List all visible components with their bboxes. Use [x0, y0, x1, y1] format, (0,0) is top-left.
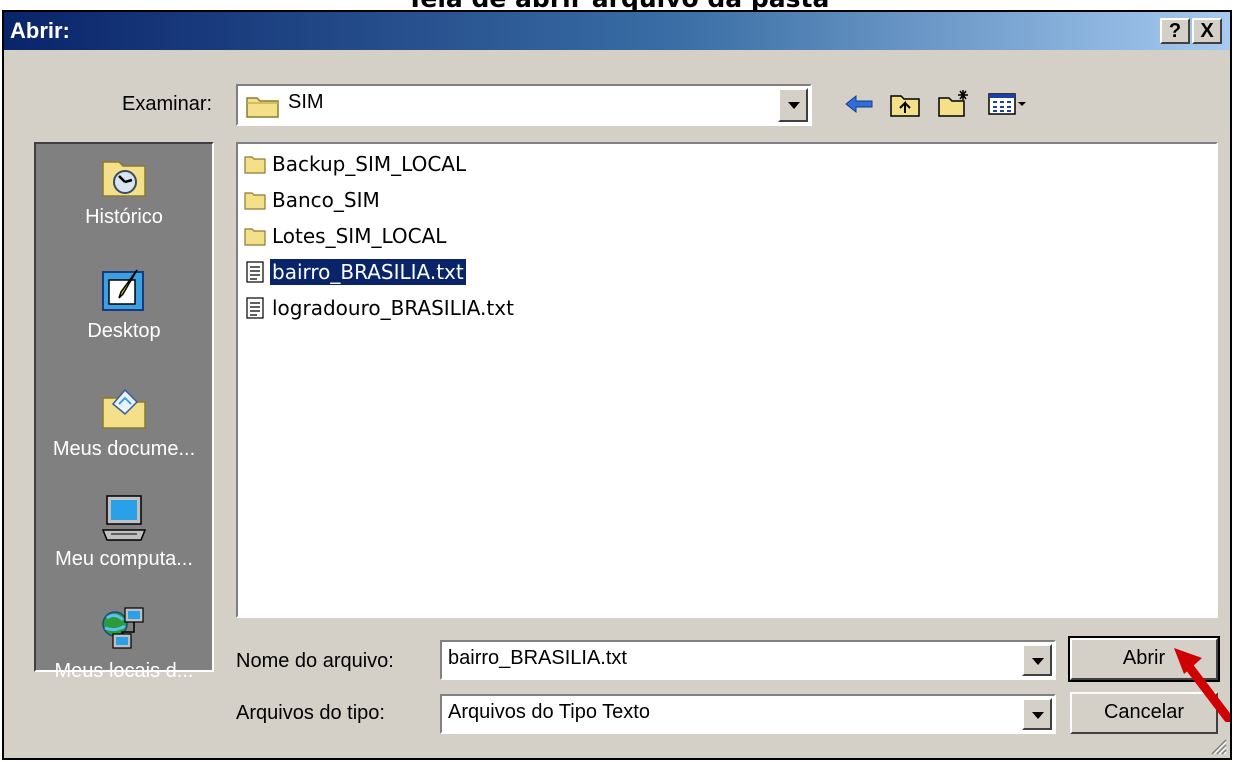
place-my-computer[interactable]: Meu computa... [36, 494, 212, 571]
up-folder-icon[interactable] [888, 88, 922, 120]
place-network[interactable]: Meus locais d... [36, 606, 212, 683]
lookin-value: SIM [288, 91, 324, 113]
pointer-arrow-icon [1174, 648, 1230, 722]
place-label: Histórico [85, 206, 163, 228]
close-button[interactable]: X [1192, 18, 1222, 44]
help-button[interactable]: ? [1160, 18, 1190, 44]
text-file-icon [246, 261, 264, 283]
text-file-icon [246, 297, 264, 319]
place-label: Meus docume... [52, 438, 196, 460]
lookin-dropdown-button[interactable] [778, 88, 808, 122]
my-computer-icon [101, 495, 147, 541]
filename-value: bairro_BRASILIA.txt [448, 647, 627, 669]
lookin-combo[interactable]: SIM [236, 84, 812, 126]
place-history[interactable]: Histórico [36, 152, 212, 229]
history-icon [102, 161, 146, 197]
folder-icon [246, 97, 279, 118]
place-desktop[interactable]: Desktop [36, 266, 212, 343]
lookin-label: Examinar: [122, 93, 213, 115]
filetype-dropdown-button[interactable] [1022, 698, 1052, 730]
folder-icon [244, 192, 266, 210]
filetype-label: Arquivos do tipo: [236, 702, 385, 724]
place-label: Meus locais d... [54, 660, 194, 682]
filename-dropdown-button[interactable] [1022, 644, 1052, 676]
file-name: Backup_SIM_LOCAL [272, 152, 467, 176]
place-my-documents[interactable]: Meus docume... [36, 384, 212, 461]
window-title: Abrir: [10, 18, 70, 43]
folder-icon [244, 228, 266, 246]
place-label: Desktop [87, 320, 161, 342]
filename-label: Nome do arquivo: [236, 650, 394, 672]
filetype-value: Arquivos do Tipo Texto [448, 701, 650, 723]
file-name: Lotes_SIM_LOCAL [272, 224, 447, 248]
network-places-icon [102, 607, 144, 649]
file-name: bairro_BRASILIA.txt [269, 258, 467, 286]
back-arrow-icon[interactable] [842, 88, 876, 120]
place-label: Meu computa... [55, 548, 193, 570]
filename-field[interactable]: bairro_BRASILIA.txt [440, 640, 1056, 680]
my-documents-icon [102, 388, 146, 429]
places-bar: Histórico Desktop Meus docume... Meu com… [34, 142, 214, 682]
desktop-icon [102, 269, 144, 311]
view-menu-icon[interactable] [986, 88, 1028, 120]
filetype-select[interactable]: Arquivos do Tipo Texto [440, 694, 1056, 734]
title-bar[interactable]: Abrir: ? X [4, 12, 1230, 50]
file-name: logradouro_BRASILIA.txt [272, 296, 514, 320]
open-dialog: Abrir: ? X Examinar: SIM Histórico Deskt… [2, 10, 1232, 760]
file-name: Banco_SIM [272, 188, 380, 212]
new-folder-icon[interactable] [936, 88, 970, 120]
file-list[interactable]: Backup_SIM_LOCAL Banco_SIM Lotes_SIM_LOC… [236, 142, 1218, 618]
resize-grip[interactable] [1208, 736, 1228, 756]
folder-icon [244, 156, 266, 174]
